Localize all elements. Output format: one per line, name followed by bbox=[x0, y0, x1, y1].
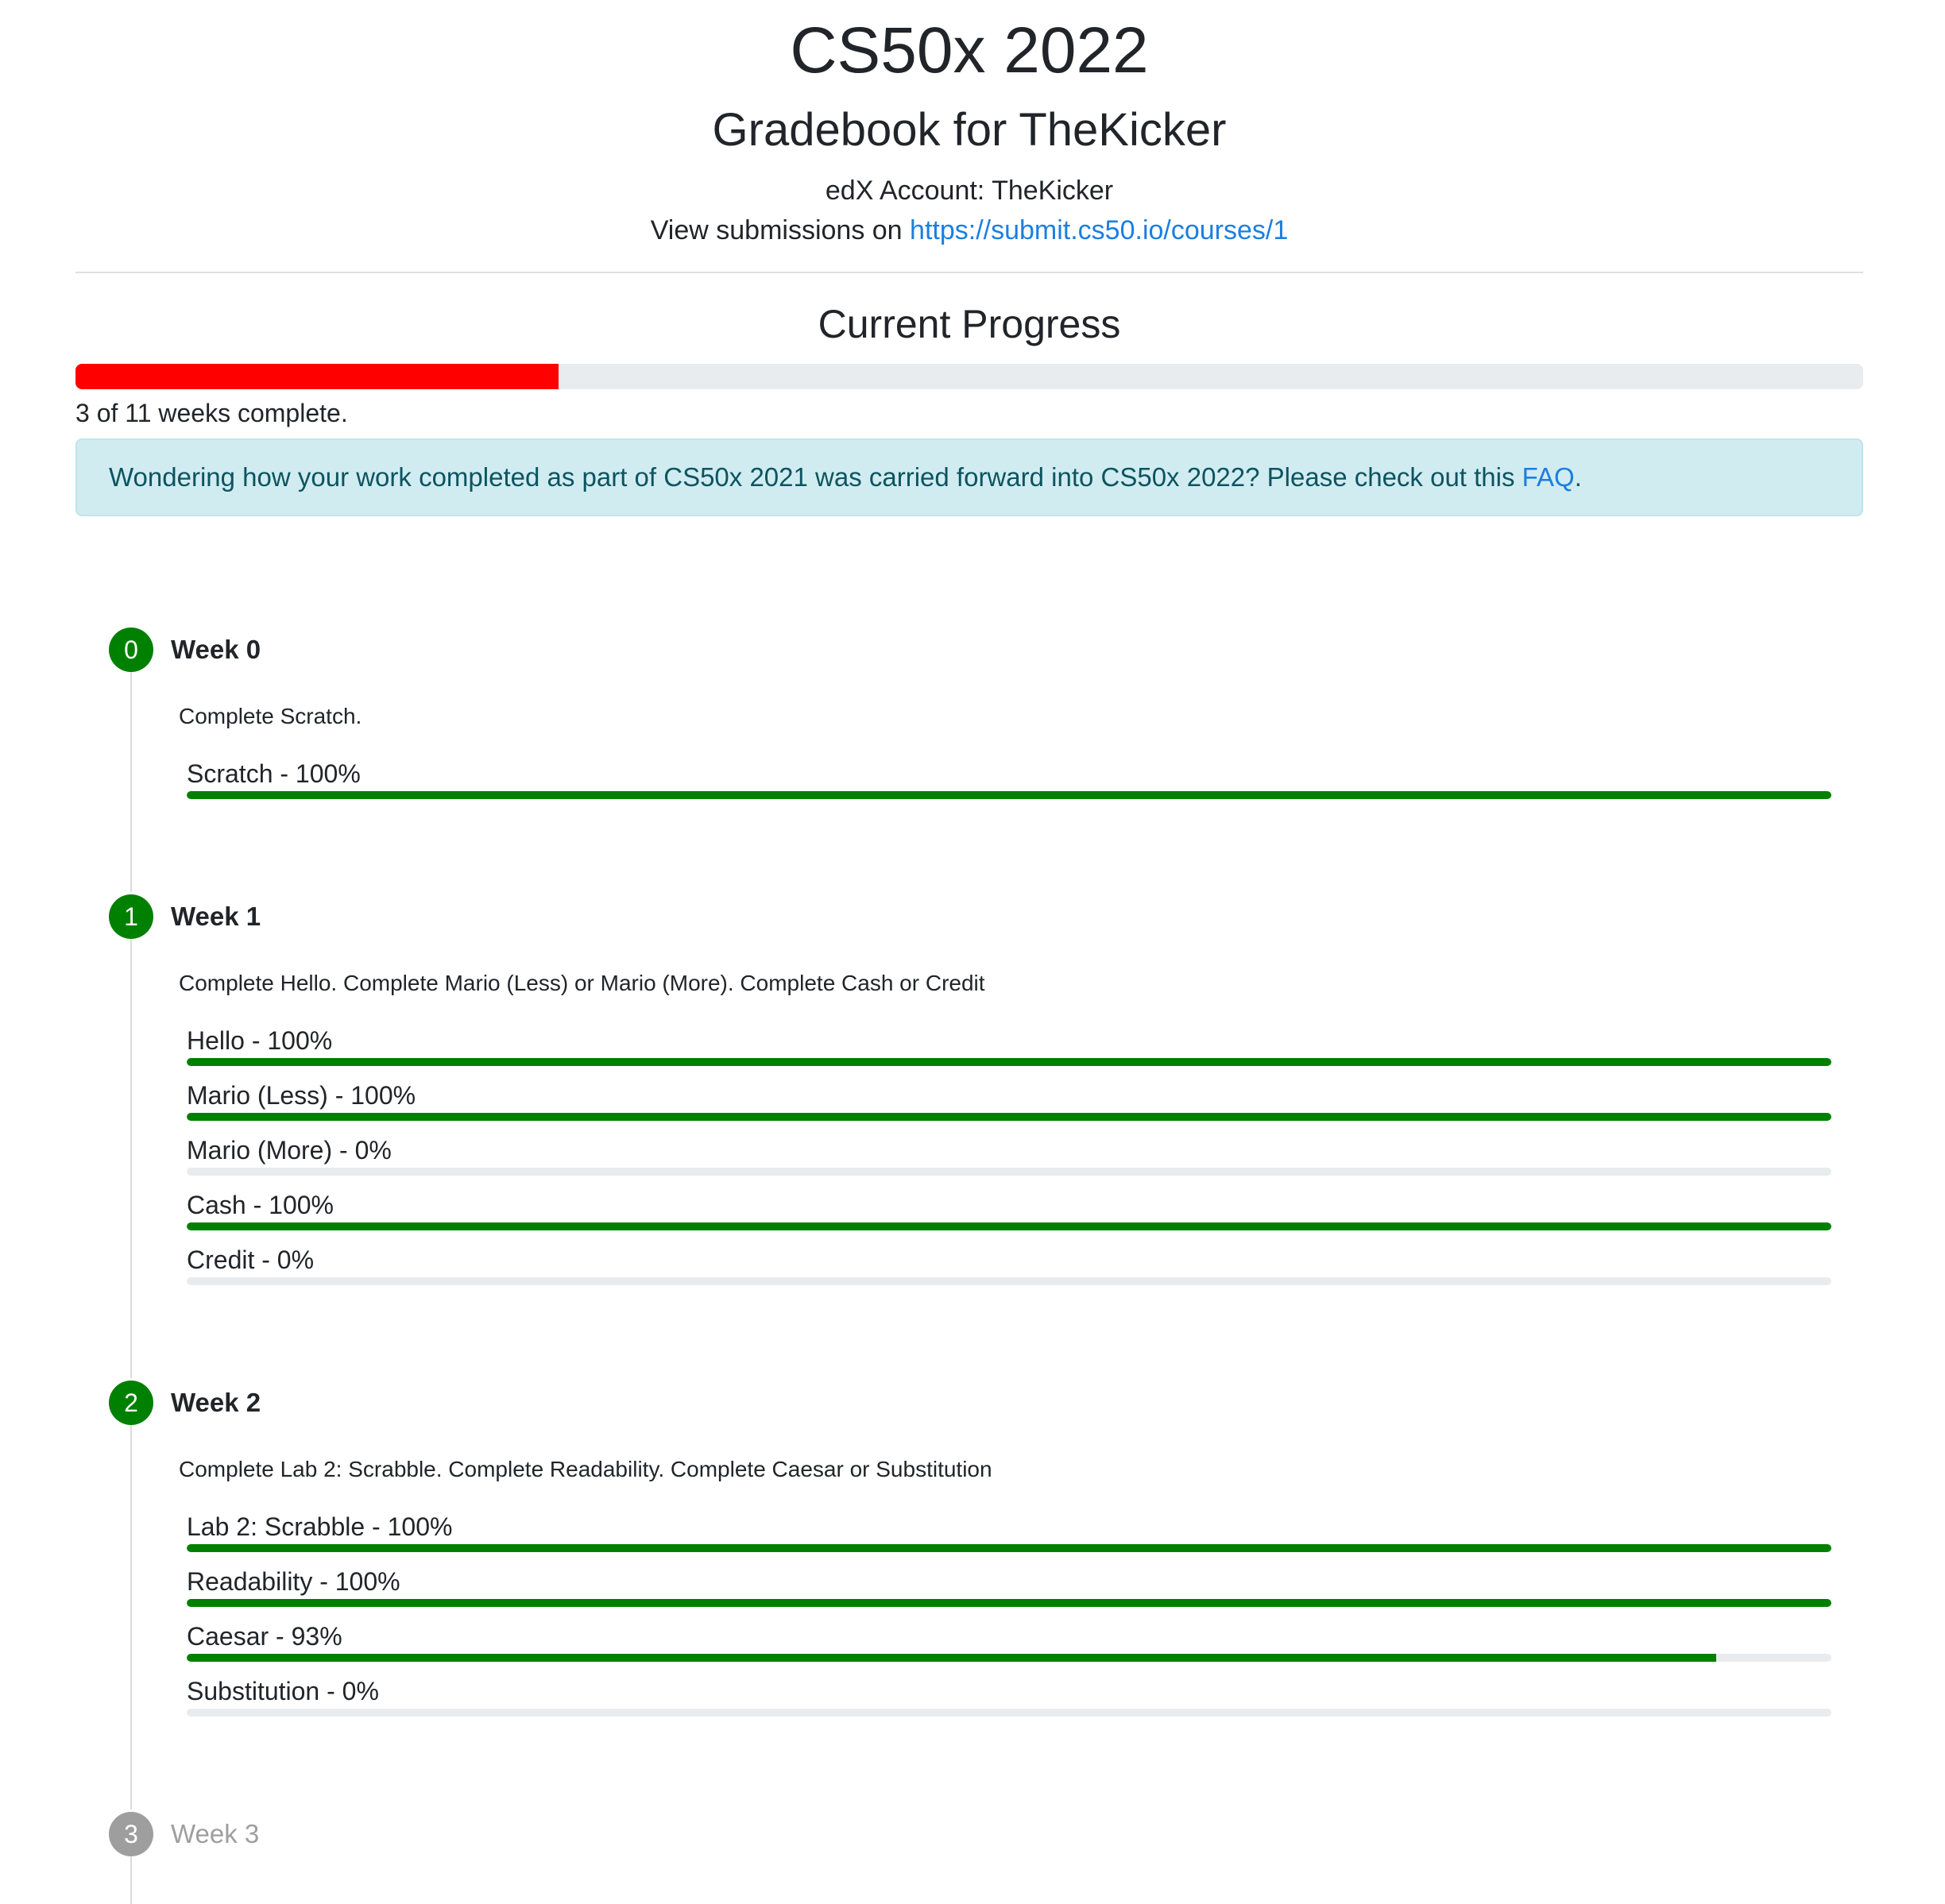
task-item: Caesar - 93% bbox=[187, 1620, 1831, 1675]
notice-suffix: . bbox=[1574, 462, 1582, 492]
week-section-3: 3 Week 3 bbox=[75, 1812, 1945, 1856]
gradebook-page: CS50x 2022 Gradebook for TheKicker edX A… bbox=[75, 0, 1863, 516]
faq-link[interactable]: FAQ bbox=[1522, 462, 1575, 492]
task-progress-bar bbox=[187, 1544, 1831, 1552]
timeline-connector bbox=[130, 672, 132, 892]
task-progress-bar bbox=[187, 1058, 1831, 1066]
task-progress-bar bbox=[187, 791, 1831, 799]
view-submissions-text: View submissions on bbox=[650, 215, 911, 245]
view-submissions-line: View submissions on https://submit.cs50.… bbox=[75, 213, 1863, 248]
week-number-badge: 3 bbox=[109, 1812, 153, 1856]
task-item: Credit - 0% bbox=[187, 1244, 1831, 1299]
task-label: Substitution - 0% bbox=[187, 1677, 379, 1705]
task-label: Scratch - 100% bbox=[187, 759, 361, 788]
task-progress-bar bbox=[187, 1654, 1831, 1662]
week-requirements: Complete Hello. Complete Mario (Less) or… bbox=[179, 971, 985, 995]
task-progress-fill bbox=[187, 1654, 1717, 1662]
task-item: Mario (More) - 0% bbox=[187, 1134, 1831, 1189]
task-progress-fill bbox=[187, 1113, 1831, 1121]
task-progress-bar bbox=[187, 1168, 1831, 1176]
week-title: Week 1 bbox=[171, 902, 261, 931]
task-item: Hello - 100% bbox=[187, 1025, 1831, 1079]
task-label: Credit - 0% bbox=[187, 1246, 315, 1274]
task-label: Cash - 100% bbox=[187, 1191, 334, 1219]
task-item: Scratch - 100% bbox=[187, 758, 1831, 813]
task-progress-fill bbox=[187, 791, 1831, 799]
task-item: Readability - 100% bbox=[187, 1566, 1831, 1620]
course-title: CS50x 2022 bbox=[790, 14, 1149, 87]
task-label: Caesar - 93% bbox=[187, 1622, 342, 1651]
task-label: Lab 2: Scrabble - 100% bbox=[187, 1512, 453, 1541]
page-header: CS50x 2022 Gradebook for TheKicker edX A… bbox=[75, 0, 1863, 248]
week-title: Week 3 bbox=[171, 1819, 260, 1848]
submissions-link[interactable]: https://submit.cs50.io/courses/1 bbox=[910, 215, 1288, 245]
task-progress-bar bbox=[187, 1599, 1831, 1607]
task-progress-fill bbox=[187, 1222, 1831, 1230]
timeline-connector bbox=[130, 939, 132, 1378]
carry-forward-notice: Wondering how your work completed as par… bbox=[75, 438, 1863, 516]
task-item: Cash - 100% bbox=[187, 1189, 1831, 1244]
week-number-badge: 2 bbox=[109, 1381, 153, 1425]
task-progress-fill bbox=[187, 1599, 1831, 1607]
week-section-2: 2 Week 2 Complete Lab 2: Scrabble. Complet… bbox=[75, 1381, 1945, 1730]
task-list: Lab 2: Scrabble - 100% Readability - 100%… bbox=[187, 1511, 1831, 1730]
task-list: Hello - 100% Mario (Less) - 100% Mario (Mo… bbox=[187, 1025, 1831, 1299]
task-progress-fill bbox=[187, 1058, 1831, 1066]
week-title: Week 0 bbox=[171, 635, 261, 664]
task-label: Mario (Less) - 100% bbox=[187, 1081, 416, 1110]
task-item: Substitution - 0% bbox=[187, 1675, 1831, 1730]
gradebook-subtitle: Gradebook for TheKicker bbox=[712, 104, 1227, 156]
task-list: Scratch - 100% bbox=[187, 758, 1831, 813]
task-progress-fill bbox=[187, 1544, 1831, 1552]
timeline-connector bbox=[130, 1425, 132, 1809]
task-progress-bar bbox=[187, 1709, 1831, 1717]
task-item: Lab 2: Scrabble - 100% bbox=[187, 1511, 1831, 1566]
week-number-badge: 0 bbox=[109, 628, 153, 672]
week-section-1: 1 Week 1 Complete Hello. Complete Mario (L… bbox=[75, 894, 1945, 1299]
timeline-connector bbox=[130, 1856, 132, 1904]
task-label: Hello - 100% bbox=[187, 1026, 333, 1055]
header-divider bbox=[75, 272, 1863, 273]
task-label: Mario (More) - 0% bbox=[187, 1136, 392, 1164]
week-requirements: Complete Lab 2: Scrabble. Complete Reada… bbox=[179, 1457, 992, 1481]
task-label: Readability - 100% bbox=[187, 1567, 400, 1596]
task-progress-bar bbox=[187, 1113, 1831, 1121]
week-number-badge: 1 bbox=[109, 894, 153, 939]
week-section-0: 0 Week 0 Complete Scratch. Scratch - 100% bbox=[75, 628, 1945, 813]
overall-progress-fill bbox=[75, 364, 559, 389]
week-title: Week 2 bbox=[171, 1388, 261, 1417]
edx-account: edX Account: TheKicker bbox=[825, 176, 1114, 206]
notice-text: Wondering how your work completed as par… bbox=[109, 462, 1522, 492]
task-progress-bar bbox=[187, 1222, 1831, 1230]
progress-heading: Current Progress bbox=[818, 302, 1121, 346]
overall-progress-bar bbox=[75, 364, 1863, 389]
weeks-complete-status: 3 of 11 weeks complete. bbox=[75, 399, 348, 427]
task-item: Mario (Less) - 100% bbox=[187, 1079, 1831, 1134]
week-requirements: Complete Scratch. bbox=[179, 704, 362, 728]
task-progress-bar bbox=[187, 1277, 1831, 1285]
